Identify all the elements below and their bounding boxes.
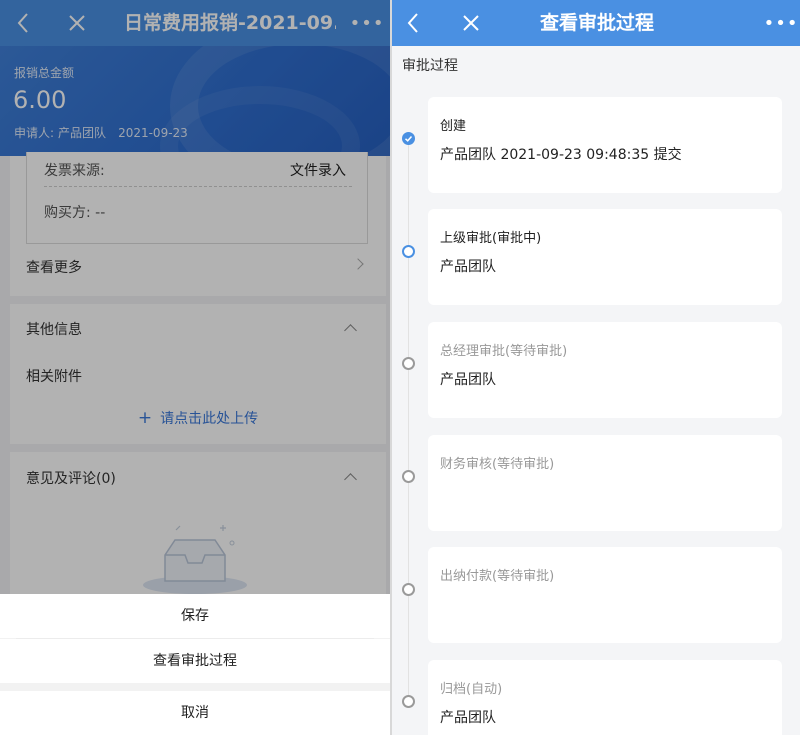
step-status-dot: [402, 132, 415, 145]
more-button[interactable]: •••: [764, 0, 798, 46]
close-button[interactable]: [456, 0, 486, 46]
view-approval-process-button[interactable]: 查看审批过程: [0, 639, 390, 683]
section-title: 审批过程: [402, 58, 458, 74]
step-name: 创建: [440, 119, 467, 134]
approval-step: 创建 产品团队 2021-09-23 09:48:35 提交: [428, 97, 782, 193]
close-icon: [463, 15, 479, 31]
save-button[interactable]: 保存: [0, 594, 390, 638]
action-sheet: 保存 查看审批过程 取消: [0, 594, 390, 735]
step-status-dot: [402, 470, 415, 483]
step-detail: 产品团队: [440, 372, 496, 388]
timeline-line: [408, 138, 409, 703]
step-detail: 产品团队 2021-09-23 09:48:35 提交: [440, 147, 682, 163]
step-status-dot: [402, 583, 415, 596]
cancel-button[interactable]: 取消: [0, 691, 390, 735]
approval-step: 出纳付款(等待审批): [428, 547, 782, 643]
expense-detail-screen: 日常费用报销-2021-09... ••• 报销总金额 6.00 申请人: 产品团…: [0, 0, 390, 735]
step-name: 总经理审批(等待审批): [440, 344, 568, 359]
approval-step: 财务审核(等待审批): [428, 435, 782, 531]
approval-step: 上级审批(审批中) 产品团队: [428, 209, 782, 305]
step-detail: 产品团队: [440, 259, 496, 275]
step-status-dot: [402, 695, 415, 708]
right-navbar: 查看审批过程 •••: [392, 0, 800, 46]
approval-step: 归档(自动) 产品团队: [428, 660, 782, 735]
page-title: 查看审批过程: [540, 12, 655, 34]
approval-step: 总经理审批(等待审批) 产品团队: [428, 322, 782, 418]
step-status-dot: [402, 357, 415, 370]
approval-process-screen: 查看审批过程 ••• 审批过程 创建 产品团队 2021-09-23 09:48…: [392, 0, 800, 735]
step-status-dot: [402, 245, 415, 258]
step-name: 出纳付款(等待审批): [440, 569, 555, 584]
check-icon: [404, 136, 413, 142]
step-detail: 产品团队: [440, 710, 496, 726]
back-button[interactable]: [398, 0, 428, 46]
step-name: 财务审核(等待审批): [440, 457, 555, 472]
chevron-left-icon: [407, 13, 418, 33]
step-name: 上级审批(审批中): [440, 231, 542, 246]
step-name: 归档(自动): [440, 682, 503, 697]
